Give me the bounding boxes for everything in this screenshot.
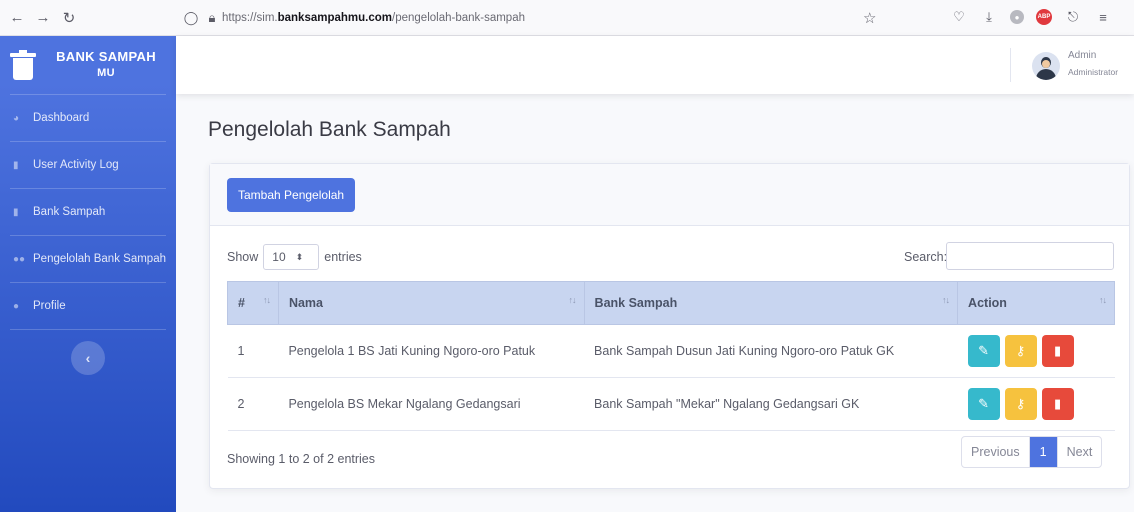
sidebar-item-label: Profile [33,300,66,312]
table-header-row: # ↑↓ Nama ↑↓ Bank Sampah ↑↓ Action ↑↓ [227,281,1115,325]
sort-icon: ↑↓ [942,295,950,305]
column-header-action[interactable]: Action ↑↓ [957,281,1115,325]
clipboard-icon: ▮ [13,159,19,171]
palette-icon: ◕ [13,112,20,124]
pengelola-table: # ↑↓ Nama ↑↓ Bank Sampah ↑↓ Action ↑↓ 1 Peng… [227,281,1115,431]
search-input[interactable] [946,242,1114,270]
cell-action: ✎ ⚷ ▮ [957,324,1115,378]
trash-icon: ▮ [13,206,19,218]
edit-button[interactable]: ✎ [967,388,1000,420]
cell-number: 2 [227,377,279,431]
select-caret-icon: ⬍ [295,251,304,262]
edit-button[interactable]: ✎ [967,335,1000,367]
key-icon: ⚷ [1015,396,1026,411]
reset-password-button[interactable]: ⚷ [1004,388,1037,420]
forward-arrow-icon[interactable]: → [30,9,56,26]
data-card: Tambah Pengelolah Show 10 ⬍ entries Sear… [209,163,1130,489]
user-role: Administrator [1068,67,1119,77]
sidebar-item-pengelolah[interactable]: ●● Pengelolah Bank Sampah [0,236,176,282]
entries-select-value: 10 [272,250,286,264]
url-text: https://sim.banksampahmu.com/pengelolah-… [222,11,525,24]
trash-icon: ▮ [1053,396,1062,411]
entries-length-control: Show 10 ⬍ entries [227,244,362,270]
pocket-icon[interactable]: ♡ [950,8,968,26]
sidebar-item-profile[interactable]: ● Profile [0,283,176,329]
sidebar-item-label: User Activity Log [33,159,119,171]
column-header-nama[interactable]: Nama ↑↓ [277,281,585,325]
cell-number: 1 [227,324,279,378]
browser-toolbar: ← → ↻ ◯ 🔒︎ https://sim.banksampahmu.com/… [0,0,1134,36]
cell-bank-sampah: Bank Sampah Dusun Jati Kuning Ngoro-oro … [584,324,958,378]
trash-icon [10,50,36,80]
pagination: Previous 1 Next [961,436,1103,468]
column-header-bank-sampah[interactable]: Bank Sampah ↑↓ [583,281,959,325]
cell-nama: Pengelola BS Mekar Ngalang Gedangsari [278,377,585,431]
lock-icon: 🔒︎ [208,9,216,25]
user-name[interactable]: Admin [1068,50,1096,61]
sidebar: BANK SAMPAH MU ◕ Dashboard ▮ User Activi… [0,36,176,512]
add-pengelola-button[interactable]: Tambah Pengelolah [227,178,356,212]
table-row: 1 Pengelola 1 BS Jati Kuning Ngoro-oro P… [227,324,1115,378]
url-bar[interactable]: ◯ 🔒︎ https://sim.banksampahmu.com/pengel… [180,4,880,32]
extension-icon[interactable]: ● [1010,10,1024,24]
menu-icon[interactable]: ≡ [1094,8,1112,26]
topbar: Admin Administrator [176,36,1134,94]
sidebar-item-dashboard[interactable]: ◕ Dashboard [0,95,176,141]
sidebar-item-label: Bank Sampah [33,206,106,218]
shield-icon: ◯ [183,9,199,25]
adblock-icon[interactable]: ABP [1036,9,1052,25]
cell-action: ✎ ⚷ ▮ [957,377,1115,431]
brand-text: BANK SAMPAH MU [36,49,176,81]
trash-icon: ▮ [1053,343,1062,358]
next-page-button[interactable]: Next [1056,437,1102,467]
back-arrow-icon[interactable]: ← [4,9,30,26]
users-icon: ●● [13,253,26,265]
sidebar-item-label: Pengelolah Bank Sampah [33,253,166,265]
browser-nav: ← → ↻ [0,9,180,27]
brand-subtitle: MU [97,67,115,79]
cell-bank-sampah: Bank Sampah "Mekar" Ngalang Gedangsari G… [584,377,958,431]
sidebar-divider [10,329,166,330]
entries-label: entries [324,250,362,264]
column-header-number[interactable]: # ↑↓ [227,281,279,325]
sidebar-item-user-activity-log[interactable]: ▮ User Activity Log [0,142,176,188]
table-row: 2 Pengelola BS Mekar Ngalang Gedangsari … [227,377,1115,431]
avatar[interactable] [1032,52,1060,80]
brand[interactable]: BANK SAMPAH MU [0,36,176,94]
share-icon[interactable]: ⎋ [1064,8,1082,26]
sort-icon: ↑↓ [568,295,577,305]
bookmark-star-icon[interactable]: ☆ [863,9,876,27]
table-info: Showing 1 to 2 of 2 entries [227,452,376,466]
extension-icons: ♡ ⤓ ● ABP ⎋ ≡ [950,8,1112,26]
sort-icon: ↑↓ [1099,295,1107,305]
card-header: Tambah Pengelolah [210,164,1129,226]
sidebar-toggle-button[interactable]: ‹ [71,341,105,375]
sidebar-item-label: Dashboard [33,112,90,124]
reload-icon[interactable]: ↻ [56,9,82,27]
entries-select[interactable]: 10 ⬍ [263,244,320,270]
sort-icon: ↑↓ [262,295,271,305]
show-label: Show [227,250,259,264]
sidebar-item-bank-sampah[interactable]: ▮ Bank Sampah [0,189,176,235]
pencil-icon: ✎ [978,343,989,358]
reset-password-button[interactable]: ⚷ [1004,335,1037,367]
page-title: Pengelolah Bank Sampah [208,118,451,141]
delete-button[interactable]: ▮ [1041,388,1074,420]
brand-title: BANK SAMPAH [56,49,156,64]
key-icon: ⚷ [1015,343,1026,358]
topbar-divider [1010,48,1011,82]
previous-page-button[interactable]: Previous [962,437,1030,467]
user-icon: ● [13,300,20,312]
pencil-icon: ✎ [978,396,989,411]
search-label: Search: [904,250,948,264]
download-icon[interactable]: ⤓ [980,8,998,26]
delete-button[interactable]: ▮ [1041,335,1074,367]
cell-nama: Pengelola 1 BS Jati Kuning Ngoro-oro Pat… [278,324,585,378]
page-1-button[interactable]: 1 [1029,437,1057,467]
